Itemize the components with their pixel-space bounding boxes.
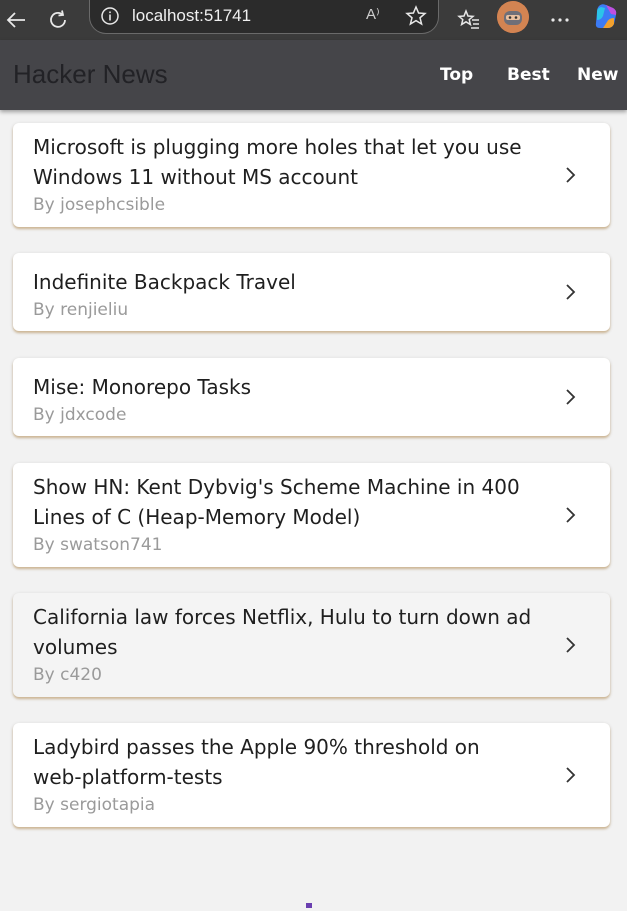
story-card[interactable]: Show HN: Kent Dybvig's Scheme Machine in… [13, 463, 610, 567]
story-card[interactable]: Mise: Monorepo Tasks By jdxcode [13, 358, 610, 436]
story-title[interactable]: California law forces Netflix, Hulu to t… [33, 602, 533, 662]
nav-top[interactable]: Top [440, 65, 473, 85]
address-bar[interactable]: localhost:51741 A⁾ [89, 0, 439, 34]
story-author: By jdxcode [33, 405, 127, 425]
url-text[interactable]: localhost:51741 [132, 6, 251, 26]
more-icon[interactable] [544, 4, 576, 36]
story-title[interactable]: Ladybird passes the Apple 90% threshold … [33, 732, 533, 792]
chevron-right-icon[interactable] [561, 166, 579, 184]
chevron-right-icon[interactable] [561, 283, 579, 301]
browser-toolbar: localhost:51741 A⁾ [0, 0, 627, 40]
loading-indicator [306, 903, 312, 908]
story-author: By renjieliu [33, 300, 129, 320]
story-card[interactable]: Indefinite Backpack Travel By renjieliu [13, 253, 610, 331]
chevron-right-icon[interactable] [561, 636, 579, 654]
nav-best[interactable]: Best [507, 65, 550, 85]
story-card[interactable]: California law forces Netflix, Hulu to t… [13, 593, 610, 697]
refresh-icon[interactable] [42, 4, 74, 36]
story-card[interactable]: Microsoft is plugging more holes that le… [13, 123, 610, 227]
chevron-right-icon[interactable] [561, 766, 579, 784]
nav-new[interactable]: New [577, 65, 618, 85]
story-card[interactable]: Ladybird passes the Apple 90% threshold … [13, 723, 610, 827]
favorites-list-icon[interactable] [453, 4, 485, 36]
favorite-star-icon[interactable] [404, 4, 428, 33]
copilot-icon[interactable] [593, 2, 619, 30]
back-icon[interactable] [0, 4, 32, 36]
story-author: By c420 [33, 665, 102, 685]
read-aloud-icon[interactable]: A⁾ [366, 5, 380, 23]
story-author: By josephcsible [33, 195, 166, 215]
story-title[interactable]: Mise: Monorepo Tasks [33, 372, 533, 402]
story-title[interactable]: Indefinite Backpack Travel [33, 267, 533, 297]
app-header: Hacker News Top Best New [0, 40, 627, 110]
chevron-right-icon[interactable] [561, 506, 579, 524]
story-title[interactable]: Show HN: Kent Dybvig's Scheme Machine in… [33, 472, 533, 532]
story-author: By swatson741 [33, 535, 163, 555]
story-title[interactable]: Microsoft is plugging more holes that le… [33, 132, 533, 192]
chevron-right-icon[interactable] [561, 388, 579, 406]
app-title[interactable]: Hacker News [13, 59, 168, 90]
story-author: By sergiotapia [33, 795, 156, 815]
profile-avatar[interactable] [497, 1, 529, 33]
info-icon[interactable] [100, 6, 120, 26]
